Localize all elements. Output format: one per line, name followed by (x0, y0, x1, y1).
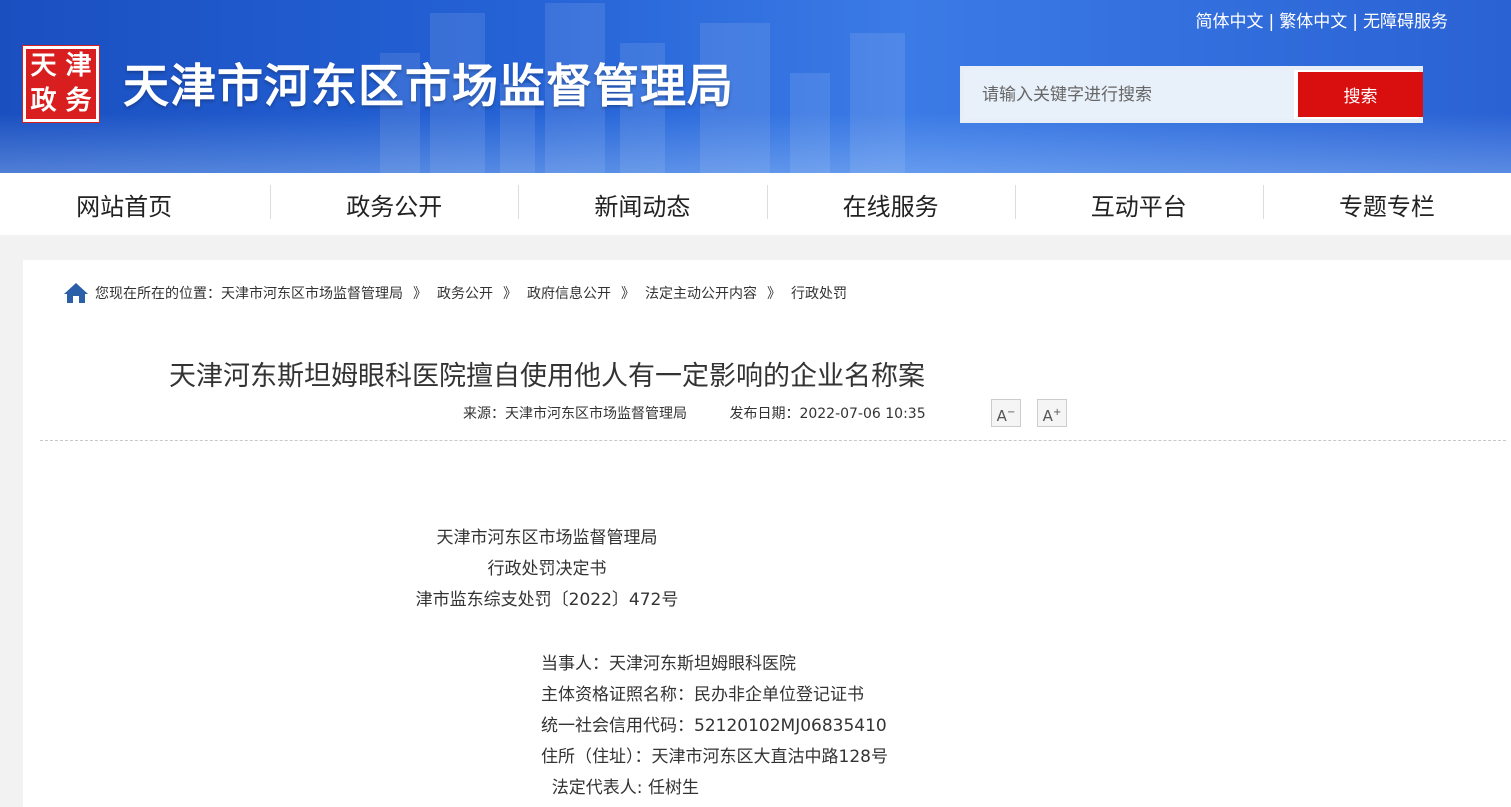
document-number: 津市监东综支处罚〔2022〕472号 (415, 590, 679, 610)
nav-government-affairs[interactable]: 政务公开 (270, 184, 518, 222)
breadcrumb-item[interactable]: 政府信息公开 (527, 283, 611, 303)
plus-icon: + (1052, 407, 1062, 418)
site-logo[interactable]: 天 津 政 务 (22, 45, 100, 123)
home-icon (64, 283, 88, 303)
breadcrumb-item[interactable]: 法定主动公开内容 (645, 283, 757, 303)
logo-char: 政 (30, 86, 57, 116)
breadcrumb-item[interactable]: 政务公开 (437, 283, 493, 303)
legal-rep-line: 法定代表人: 任树生 (541, 778, 699, 798)
accessibility-link[interactable]: 无障碍服务 (1363, 12, 1448, 32)
address-line: 住所（住址）：天津市河东区大直沽中路128号 (541, 747, 888, 767)
content-panel: 您现在所在的位置： 天津市河东区市场监督管理局 》 政务公开 》 政府信息公开 … (23, 260, 1511, 807)
search-input[interactable] (964, 70, 1294, 119)
credit-code-line: 统一社会信用代码：52120102MJ06835410 (541, 716, 887, 736)
minus-icon: − (1006, 407, 1016, 418)
nav-special-topics[interactable]: 专题专栏 (1262, 184, 1511, 222)
source-label: 来源： (463, 406, 505, 422)
date-label: 发布日期： (729, 406, 800, 422)
traditional-chinese-link[interactable]: 繁体中文 (1279, 12, 1347, 32)
breadcrumb-separator: 》 (767, 286, 781, 302)
language-links: 简体中文 | 繁体中文 | 无障碍服务 (1196, 7, 1448, 32)
document-type: 行政处罚决定书 (487, 559, 607, 579)
site-header: 天 津 政 务 天津市河东区市场监督管理局 简体中文|繁体中文|无障碍服务 搜索 (0, 0, 1511, 173)
document-body: 当事人：天津河东斯坦姆眼科医院 主体资格证照名称：民办非企单位登记证书 统一社会… (541, 649, 888, 804)
search-button[interactable]: 搜索 (1298, 72, 1423, 117)
party-line: 当事人：天津河东斯坦姆眼科医院 (541, 654, 796, 674)
breadcrumb-item[interactable]: 行政处罚 (791, 283, 847, 303)
separator: | (1352, 12, 1358, 32)
article-title: 天津河东斯坦姆眼科医院擅自使用他人有一定影响的企业名称案 (169, 361, 925, 392)
breadcrumb-separator: 》 (621, 286, 635, 302)
nav-interaction[interactable]: 互动平台 (1014, 184, 1263, 222)
document-authority: 天津市河东区市场监督管理局 (436, 528, 658, 548)
font-decrease-letter: A (996, 407, 1007, 425)
simplified-chinese-link[interactable]: 简体中文 (1196, 12, 1264, 32)
breadcrumb-prefix: 您现在所在的位置： (95, 286, 221, 302)
article-meta: 来源：天津市河东区市场监督管理局 发布日期：2022-07-06 10:35 (463, 403, 926, 423)
logo-char: 天 (30, 51, 57, 81)
site-title: 天津市河东区市场监督管理局 (123, 59, 734, 113)
divider (40, 440, 1506, 441)
font-increase-letter: A (1042, 407, 1053, 425)
logo-char: 津 (65, 51, 92, 81)
search-box: 搜索 (960, 66, 1423, 123)
main-nav: 网站首页 政务公开 新闻动态 在线服务 互动平台 专题专栏 (0, 173, 1511, 235)
source-value: 天津市河东区市场监督管理局 (505, 406, 687, 422)
separator: | (1268, 12, 1275, 32)
nav-online-services[interactable]: 在线服务 (766, 184, 1015, 222)
logo-char: 务 (65, 86, 92, 116)
breadcrumb-separator: 》 (413, 286, 427, 302)
date-value: 2022-07-06 10:35 (799, 406, 926, 422)
license-line: 主体资格证照名称：民办非企单位登记证书 (541, 685, 864, 705)
font-decrease-button[interactable]: A− (991, 399, 1021, 427)
breadcrumb: 您现在所在的位置： 天津市河东区市场监督管理局 》 政务公开 》 政府信息公开 … (63, 280, 847, 306)
breadcrumb-separator: 》 (503, 286, 517, 302)
breadcrumb-item[interactable]: 天津市河东区市场监督管理局 (221, 283, 403, 303)
nav-news[interactable]: 新闻动态 (518, 184, 766, 222)
font-increase-button[interactable]: A+ (1037, 399, 1067, 427)
nav-home[interactable]: 网站首页 (0, 187, 270, 222)
